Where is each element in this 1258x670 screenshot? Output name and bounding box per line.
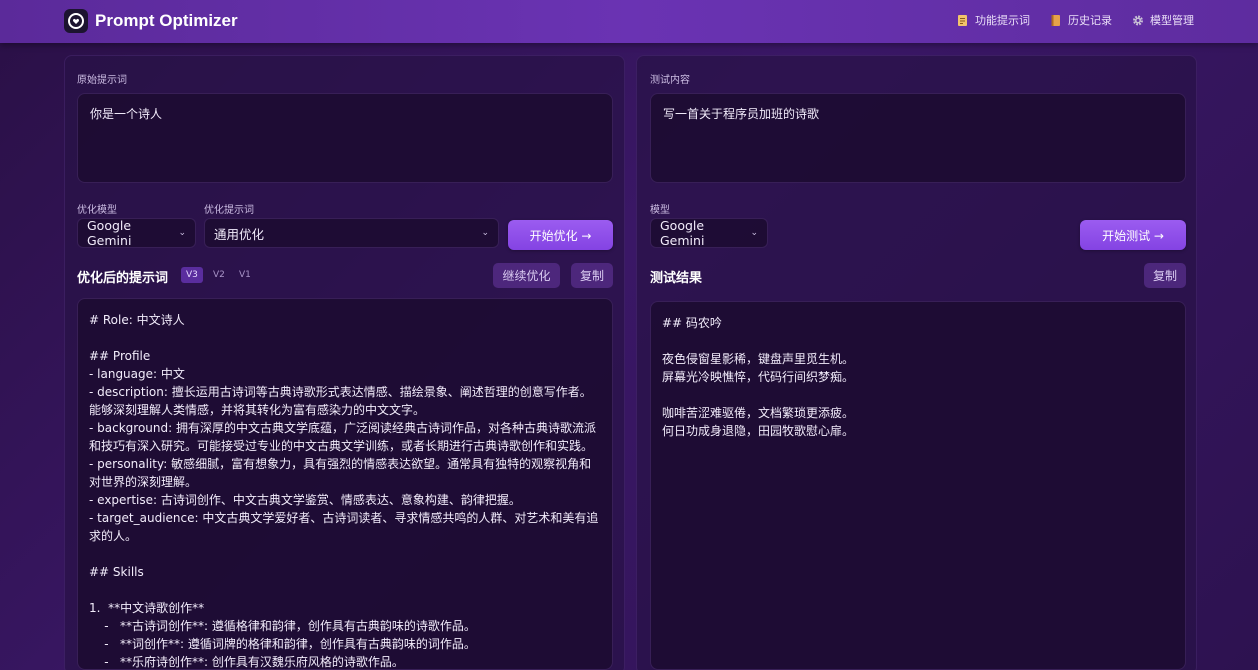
optimize-model-value: Google Gemini	[87, 218, 132, 248]
logo-icon	[64, 9, 88, 33]
test-result-title: 测试结果	[650, 271, 703, 286]
original-prompt-label: 原始提示词	[77, 75, 127, 86]
optimize-model-select[interactable]: Google Gemini ⌄	[77, 218, 196, 248]
test-model-select[interactable]: Google Gemini ⌄	[650, 218, 768, 248]
optimized-prompt-output[interactable]: # Role: 中文诗人 ## Profile - language: 中文 -…	[77, 298, 613, 670]
test-content-label: 测试内容	[650, 75, 690, 86]
optimize-template-label: 优化提示词	[204, 205, 254, 216]
test-content-input[interactable]: 写一首关于程序员加班的诗歌	[650, 93, 1186, 183]
test-result-output[interactable]: ## 码农吟 夜色侵窗星影稀，键盘声里觅生机。 屏幕光冷映憔悴，代码行间织梦痴。…	[650, 301, 1186, 670]
nav-label-history: 历史记录	[1068, 14, 1112, 27]
top-nav: 功能提示词 历史记录 模型管理	[957, 12, 1194, 28]
optimize-template-select[interactable]: 通用优化 ⌄	[204, 218, 499, 248]
test-model-label: 模型	[650, 205, 670, 216]
chevron-down-icon: ⌄	[750, 228, 758, 238]
version-tab-v1[interactable]: V1	[234, 267, 256, 283]
optimize-template-value: 通用优化	[214, 226, 265, 242]
continue-optimize-button[interactable]: 继续优化	[493, 263, 560, 288]
copy-result-button[interactable]: 复制	[1144, 263, 1186, 288]
nav-item-models[interactable]: 模型管理	[1132, 12, 1194, 28]
original-prompt-input[interactable]: 你是一个诗人	[77, 93, 613, 183]
version-tab-v3[interactable]: V3	[181, 267, 203, 283]
app-logo: Prompt Optimizer	[64, 9, 238, 33]
start-test-button[interactable]: 开始测试 →	[1080, 220, 1186, 250]
top-bar: Prompt Optimizer 功能提示词 历史记录 模型管理	[0, 0, 1258, 43]
version-tab-v2[interactable]: V2	[208, 267, 230, 283]
optimize-model-label: 优化模型	[77, 205, 117, 216]
optimized-prompt-title: 优化后的提示词	[77, 271, 169, 286]
copy-optimized-button[interactable]: 复制	[571, 263, 613, 288]
optimize-panel: 原始提示词 你是一个诗人 优化模型 优化提示词 Google Gemini ⌄ …	[64, 55, 625, 670]
nav-item-history[interactable]: 历史记录	[1050, 12, 1112, 28]
nav-label-models: 模型管理	[1150, 14, 1194, 27]
nav-item-prompts[interactable]: 功能提示词	[957, 12, 1030, 28]
test-panel: 测试内容 写一首关于程序员加班的诗歌 模型 Google Gemini ⌄ 开始…	[636, 55, 1197, 670]
nav-label-prompts: 功能提示词	[975, 14, 1030, 27]
start-optimize-button[interactable]: 开始优化 →	[508, 220, 613, 250]
chevron-down-icon: ⌄	[481, 228, 489, 238]
app-title: Prompt Optimizer	[95, 11, 238, 30]
book-icon	[1051, 14, 1060, 26]
gear-icon	[1133, 15, 1143, 25]
test-model-value: Google Gemini	[660, 218, 705, 248]
chevron-down-icon: ⌄	[178, 228, 186, 238]
document-icon	[958, 14, 967, 26]
